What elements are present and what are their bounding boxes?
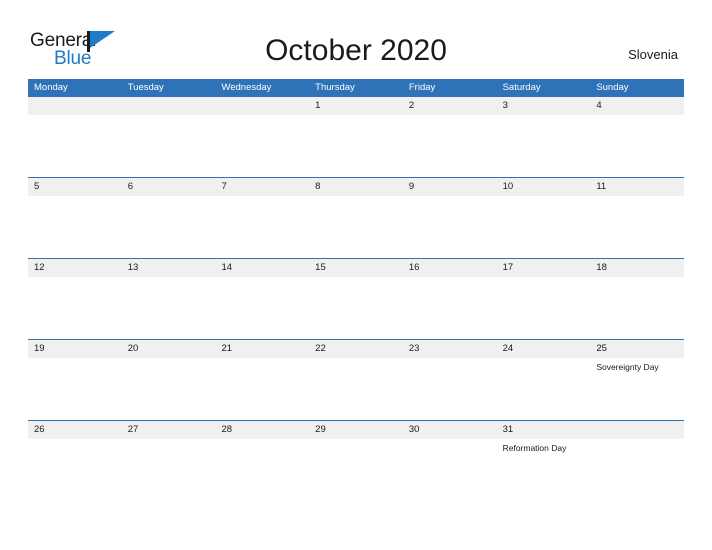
day-cell[interactable] <box>215 97 309 178</box>
day-cell[interactable]: 3 <box>497 97 591 178</box>
day-number: 18 <box>596 262 607 273</box>
weekday-header-sunday: Sunday <box>596 82 629 93</box>
day-cell[interactable]: 29 <box>309 421 403 502</box>
day-cell[interactable] <box>28 97 122 178</box>
day-number: 7 <box>221 181 227 192</box>
day-number: 31 <box>502 424 514 435</box>
day-cell[interactable]: 1 <box>309 97 403 178</box>
day-number: 9 <box>408 181 415 192</box>
day-number: 21 <box>221 343 233 354</box>
day-cell[interactable]: 28 <box>215 421 309 502</box>
day-number: 12 <box>34 262 45 273</box>
weekday-header-tuesday: Tuesday <box>127 82 164 93</box>
calendar-grid: Monday Tuesday Wednesday Thursday Friday… <box>28 79 684 501</box>
day-number: 26 <box>34 424 45 435</box>
day-cell[interactable]: 27 <box>122 421 216 502</box>
day-number: 10 <box>502 181 514 192</box>
day-cell[interactable]: 11 <box>590 178 684 259</box>
day-cell[interactable]: 5 <box>28 178 122 259</box>
day-cell[interactable]: 12 <box>28 259 122 340</box>
day-number: 17 <box>502 262 514 273</box>
day-number: 22 <box>315 343 326 354</box>
weekday-header-wednesday: Wednesday <box>221 82 272 93</box>
day-cell[interactable]: 26 <box>28 421 122 502</box>
day-cell[interactable]: 31 Reformation Day <box>497 421 591 502</box>
masthead: General Blue October 2020 Slovenia <box>0 0 712 79</box>
day-number: 4 <box>596 100 602 111</box>
day-cell[interactable]: 9 <box>403 178 497 259</box>
day-number: 27 <box>127 424 139 435</box>
weekday-header-friday: Friday <box>408 82 436 93</box>
calendar-page: General Blue October 2020 Slovenia Monda… <box>0 0 712 550</box>
day-number: 16 <box>408 262 420 273</box>
day-number: 1 <box>315 100 321 111</box>
day-cell[interactable]: 13 <box>122 259 216 340</box>
day-cell[interactable]: 21 <box>215 340 309 421</box>
weekday-header-thursday: Thursday <box>315 82 355 93</box>
day-number: 29 <box>315 424 326 435</box>
holiday-label: Reformation Day <box>502 443 567 453</box>
weekday-header-monday: Monday <box>34 82 68 93</box>
day-cell[interactable]: 17 <box>497 259 591 340</box>
day-number: 28 <box>221 424 233 435</box>
day-number: 2 <box>408 100 415 111</box>
week-row: 19 20 21 22 23 24 25 Sovereignty Day <box>28 339 684 420</box>
day-cell[interactable]: 10 <box>497 178 591 259</box>
holiday-label: Sovereignty Day <box>596 362 659 372</box>
day-cell[interactable]: 30 <box>403 421 497 502</box>
country-label: Slovenia <box>628 47 678 62</box>
day-cell[interactable]: 6 <box>122 178 216 259</box>
day-cell[interactable]: 16 <box>403 259 497 340</box>
day-number: 14 <box>221 262 233 273</box>
day-cell[interactable]: 2 <box>403 97 497 178</box>
day-number: 15 <box>315 262 326 273</box>
day-number: 19 <box>34 343 45 354</box>
day-number: 6 <box>127 181 134 192</box>
day-number: 24 <box>502 343 514 354</box>
day-number: 3 <box>502 100 508 111</box>
day-cell[interactable]: 8 <box>309 178 403 259</box>
day-cell[interactable]: 7 <box>215 178 309 259</box>
day-number: 25 <box>596 343 607 354</box>
day-number: 30 <box>408 424 420 435</box>
page-title: October 2020 <box>265 34 447 67</box>
weekday-header-saturday: Saturday <box>502 82 541 93</box>
week-row: 1 2 3 4 <box>28 96 684 177</box>
day-cell[interactable] <box>122 97 216 178</box>
day-number: 5 <box>34 181 40 192</box>
day-number: 23 <box>408 343 420 354</box>
day-number: 8 <box>315 181 321 192</box>
day-cell[interactable]: 15 <box>309 259 403 340</box>
day-cell[interactable]: 19 <box>28 340 122 421</box>
day-number: 20 <box>127 343 139 354</box>
day-cell[interactable]: 24 <box>497 340 591 421</box>
day-cell[interactable]: 18 <box>590 259 684 340</box>
day-number: 11 <box>596 181 607 192</box>
week-row: 5 6 7 8 9 10 11 <box>28 177 684 258</box>
weekday-header-row: Monday Tuesday Wednesday Thursday Friday… <box>28 79 684 96</box>
day-cell[interactable]: 25 Sovereignty Day <box>590 340 684 421</box>
day-cell[interactable]: 14 <box>215 259 309 340</box>
day-cell[interactable] <box>590 421 684 502</box>
day-cell[interactable]: 20 <box>122 340 216 421</box>
day-cell[interactable]: 4 <box>590 97 684 178</box>
week-row: 26 27 28 29 30 31 Reformation Day <box>28 420 684 501</box>
day-cell[interactable]: 22 <box>309 340 403 421</box>
week-row: 12 13 14 15 16 17 18 <box>28 258 684 339</box>
day-number: 13 <box>127 262 139 273</box>
day-cell[interactable]: 23 <box>403 340 497 421</box>
